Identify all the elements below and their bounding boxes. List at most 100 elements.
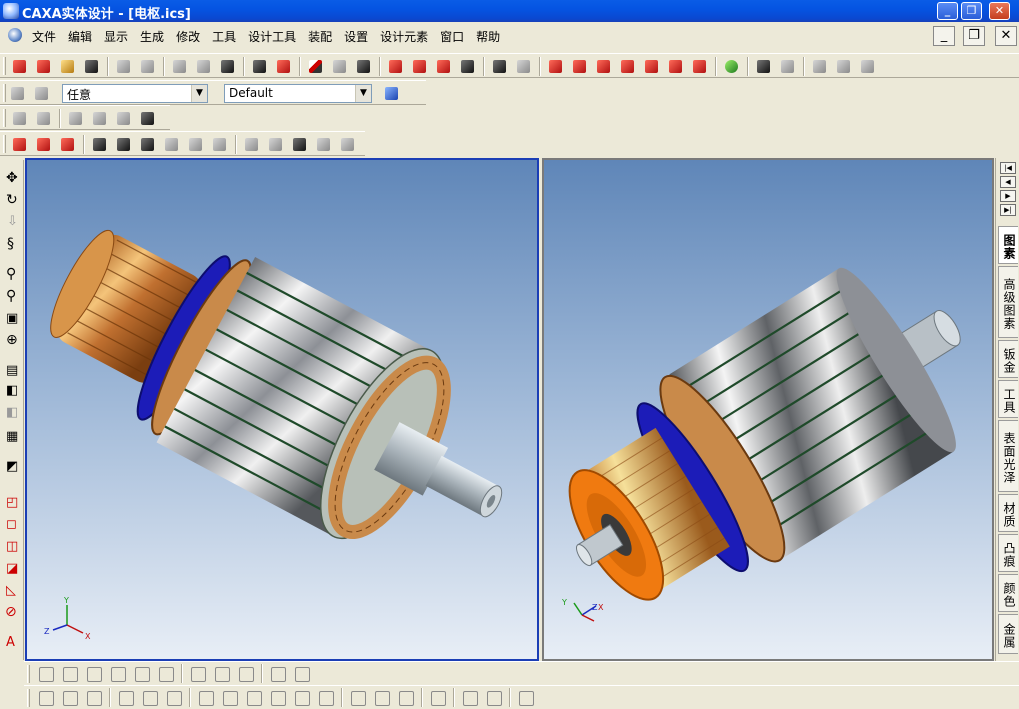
open-folder-icon[interactable]	[58, 57, 78, 76]
draw-arc-tangent-icon[interactable]	[316, 688, 336, 707]
sketch-dimension-icon[interactable]	[132, 664, 152, 683]
select-pointer-icon[interactable]	[8, 84, 28, 103]
rotate-icon[interactable]	[410, 57, 430, 76]
tool-icon[interactable]	[138, 109, 158, 128]
extrude-feature-icon[interactable]	[10, 135, 30, 154]
sweep-feature-icon[interactable]	[58, 135, 78, 154]
menu-display[interactable]: 显示	[98, 28, 134, 45]
draw-ellipse-icon[interactable]	[244, 688, 264, 707]
explode-icon[interactable]	[834, 57, 854, 76]
sketch-finish-icon[interactable]	[268, 664, 288, 683]
face-move-icon[interactable]	[266, 135, 286, 154]
armature-model-view-2[interactable]: Y Z X	[544, 160, 992, 659]
tab-metal[interactable]: 金属	[998, 614, 1018, 654]
draw-text-icon[interactable]	[516, 688, 536, 707]
bend-icon[interactable]	[10, 109, 30, 128]
delete-tool-icon[interactable]	[690, 57, 710, 76]
draw-polyline-icon[interactable]	[60, 688, 80, 707]
text-icon[interactable]	[490, 57, 510, 76]
sketch-options-icon[interactable]	[292, 664, 312, 683]
sketch-profile-icon[interactable]: ◫	[3, 539, 21, 556]
sweep-icon[interactable]	[434, 57, 454, 76]
multi-view-icon[interactable]: ▦	[3, 429, 21, 446]
move-view-icon[interactable]: ⇩	[3, 214, 21, 232]
camera-view-icon[interactable]: ▤	[3, 363, 21, 380]
sketch-extend-icon[interactable]	[212, 664, 232, 683]
sketch-curve-icon[interactable]: ◪	[3, 561, 21, 578]
sketch-circle-icon[interactable]	[84, 664, 104, 683]
tab-primitives[interactable]: 图素	[998, 226, 1018, 264]
restore-window-button[interactable]: ❐	[961, 2, 982, 20]
constraint-icon[interactable]	[858, 57, 878, 76]
title-bar[interactable]: CAXA实体设计 - [电枢.ics] _ ❐ ✕	[0, 0, 1019, 22]
flange-icon[interactable]	[34, 109, 54, 128]
binoculars-icon[interactable]	[250, 57, 270, 76]
shell-icon[interactable]	[138, 135, 158, 154]
menu-edit[interactable]: 编辑	[62, 28, 98, 45]
save-icon[interactable]	[82, 57, 102, 76]
draw-corner2-icon[interactable]	[484, 688, 504, 707]
toolbar-grip[interactable]	[3, 84, 6, 102]
tab-emboss[interactable]: 凸痕	[998, 534, 1018, 572]
tab-material[interactable]: 材质	[998, 494, 1018, 532]
chevron-down-icon[interactable]: ▼	[191, 85, 207, 102]
orbit-icon[interactable]: ↻	[3, 192, 21, 210]
tab-advanced-primitives[interactable]: 高级图素	[998, 266, 1018, 338]
copy-icon[interactable]	[194, 57, 214, 76]
assembly-icon[interactable]	[810, 57, 830, 76]
pattern-icon[interactable]	[210, 135, 230, 154]
zoom-window-icon[interactable]: ⚲	[3, 288, 21, 306]
tab-tools[interactable]: 工具	[998, 380, 1018, 418]
menu-modify[interactable]: 修改	[170, 28, 206, 45]
toolbar-grip[interactable]	[27, 665, 30, 683]
mirror-tool-icon[interactable]	[642, 57, 662, 76]
mdi-restore-button[interactable]: ❐	[963, 26, 985, 46]
new-drawing-icon[interactable]	[34, 57, 54, 76]
mdi-minimize-button[interactable]: _	[933, 26, 955, 46]
loft-icon[interactable]	[458, 57, 478, 76]
help-pointer-icon[interactable]	[274, 57, 294, 76]
boolean-icon[interactable]	[242, 135, 262, 154]
draw-rect-icon[interactable]	[116, 688, 136, 707]
display-mode-icon[interactable]: ◩	[3, 459, 21, 476]
thicken-icon[interactable]	[314, 135, 334, 154]
prev-tab-icon[interactable]: ◀	[1000, 176, 1016, 188]
arrow-tool-icon[interactable]	[546, 57, 566, 76]
draw-polygon-icon[interactable]	[140, 688, 160, 707]
style-filter-combo[interactable]: Default ▼	[224, 84, 372, 103]
sketch-icon[interactable]: ◰	[3, 495, 21, 512]
tree-structure-icon[interactable]	[382, 84, 402, 103]
menu-file[interactable]: 文件	[26, 28, 62, 45]
surface-icon[interactable]	[338, 135, 358, 154]
analysis-icon[interactable]	[722, 57, 742, 76]
selection-filter-combo[interactable]: 任意 ▼	[62, 84, 208, 103]
align-tool-icon[interactable]	[618, 57, 638, 76]
sketch-constraint-icon[interactable]	[108, 664, 128, 683]
save-view-icon[interactable]: ◧	[3, 383, 21, 400]
draw-arc-3pt-icon[interactable]	[292, 688, 312, 707]
light-icon[interactable]	[330, 57, 350, 76]
plane-tool-icon[interactable]	[570, 57, 590, 76]
menu-window[interactable]: 窗口	[434, 28, 470, 45]
new-file-icon[interactable]	[10, 57, 30, 76]
menu-settings[interactable]: 设置	[338, 28, 374, 45]
fillet-icon[interactable]	[90, 135, 110, 154]
extrude-icon[interactable]	[386, 57, 406, 76]
sheet-corner-icon[interactable]	[114, 109, 134, 128]
draw-offset-icon[interactable]	[428, 688, 448, 707]
sketch-trim-icon[interactable]	[188, 664, 208, 683]
draw-fillet-icon[interactable]	[348, 688, 368, 707]
sketch-text-icon[interactable]: A	[3, 635, 21, 652]
point-tool-icon[interactable]	[594, 57, 614, 76]
menu-assembly[interactable]: 装配	[302, 28, 338, 45]
eyedropper-icon[interactable]	[778, 57, 798, 76]
view-direction-icon[interactable]: ▣	[3, 311, 21, 328]
draw-circle-3pt-icon[interactable]	[220, 688, 240, 707]
viewport-right[interactable]: Y Z X	[542, 158, 994, 661]
menu-help[interactable]: 帮助	[470, 28, 506, 45]
app-icon[interactable]	[3, 3, 19, 19]
paste-icon[interactable]	[218, 57, 238, 76]
sketch-line-icon[interactable]: ◺	[3, 583, 21, 600]
camera-icon[interactable]	[354, 57, 374, 76]
toolbar-grip[interactable]	[27, 689, 30, 707]
